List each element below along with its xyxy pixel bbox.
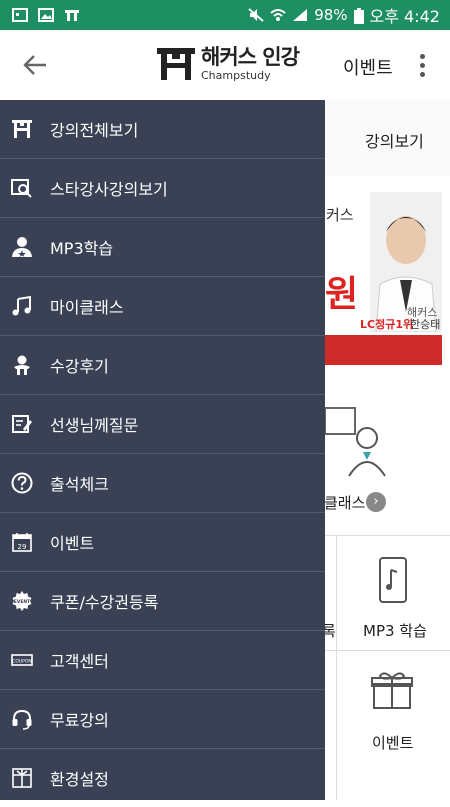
drawer-item-label: 고객센터 — [50, 652, 109, 671]
drawer-item-label: MP3학습 — [50, 239, 114, 258]
event-link[interactable]: 이벤트 — [343, 54, 393, 80]
coupon-icon: COUPON — [11, 649, 33, 671]
svg-text:EVENT: EVENT — [14, 599, 31, 605]
drawer-item-lecture-all[interactable]: 강의전체보기 — [0, 100, 325, 159]
question-edit-icon — [11, 413, 33, 435]
myclass-link[interactable]: 클래스 — [324, 492, 365, 513]
drawer-item-label: 수강후기 — [50, 357, 109, 376]
drawer-item-question[interactable]: 선생님께질문 — [0, 395, 325, 454]
battery-percent: 98% — [314, 6, 348, 24]
drawer-item-free-lecture[interactable]: 무료강의 — [0, 690, 325, 749]
logo-subtitle: Champstudy — [201, 69, 271, 82]
star-teacher-icon — [11, 177, 33, 199]
mp3-study-icon — [11, 236, 33, 258]
signal-icon — [292, 8, 308, 22]
phone-mp3-icon — [379, 557, 407, 603]
drawer-item-label: 이벤트 — [50, 534, 95, 553]
drawer-item-review[interactable]: 수강후기 — [0, 336, 325, 395]
grid-mp3-label[interactable]: MP3 학습 — [363, 620, 427, 641]
event-badge-icon: EVENT — [11, 590, 33, 612]
drawer-item-label: 선생님께질문 — [50, 416, 139, 435]
drawer-item-myclass[interactable]: 마이클래스 — [0, 277, 325, 336]
svg-text:COUPON: COUPON — [12, 659, 32, 665]
drawer-item-label: 강의전체보기 — [50, 121, 139, 140]
chevron-right-icon[interactable]: › — [366, 492, 386, 512]
banner-red-bar — [325, 335, 442, 365]
back-button[interactable] — [0, 30, 70, 100]
clock: 오후 4:42 — [369, 7, 440, 26]
more-dot-icon — [419, 62, 425, 68]
hackers-logo-icon — [157, 48, 195, 80]
mute-icon — [248, 8, 264, 22]
calendar-icon: 29 — [11, 531, 33, 553]
teacher-board-icon — [325, 407, 386, 477]
music-note-icon — [11, 295, 33, 317]
lecture-all-icon — [11, 118, 33, 140]
drawer-item-label: 쿠폰/수강권등록 — [50, 593, 159, 612]
logo-title: 해커스 인강 — [201, 45, 300, 69]
drawer-item-label: 환경설정 — [50, 770, 109, 789]
drawer-item-star-teacher[interactable]: 스타강사강의보기 — [0, 159, 325, 218]
help-circle-icon — [11, 472, 33, 494]
battery-icon — [353, 8, 364, 24]
image-notification-icon — [38, 8, 54, 22]
banner-rank: LC정규1위 — [360, 318, 414, 331]
more-dot-icon — [419, 53, 425, 59]
app-bar: 해커스 인강 Champstudy 이벤트 — [0, 30, 450, 101]
background-tab-label[interactable]: 강의보기 — [365, 128, 424, 152]
status-bar: 98% 오후 4:42 — [0, 0, 450, 30]
wifi-icon — [270, 8, 286, 22]
drawer-item-coupon[interactable]: EVENT 쿠폰/수강권등록 — [0, 572, 325, 631]
drawer-item-settings[interactable]: 환경설정 — [0, 749, 325, 807]
settings-box-icon — [11, 767, 33, 789]
drawer-item-mp3[interactable]: MP3학습 — [0, 218, 325, 277]
more-options-button[interactable] — [412, 50, 432, 80]
drawer-item-label: 마이클래스 — [50, 298, 124, 317]
more-dot-icon — [419, 71, 425, 77]
drawer-item-event[interactable]: 29 이벤트 — [0, 513, 325, 572]
grid-event-label[interactable]: 이벤트 — [372, 732, 413, 753]
banner-teacher: 한승태 — [410, 318, 441, 331]
drawer-item-attendance[interactable]: 출석체크 — [0, 454, 325, 513]
gift-icon — [371, 672, 413, 709]
myclass-card[interactable] — [325, 390, 450, 536]
calendar-notification-icon — [12, 8, 28, 22]
drawer-item-customer-center[interactable]: COUPON 고객센터 — [0, 631, 325, 690]
drawer-item-label: 무료강의 — [50, 711, 109, 730]
drawer-item-label: 스타강사강의보기 — [50, 180, 168, 199]
navigation-drawer: 강의전체보기 스타강사강의보기 MP3학습 마이클래스 수강후기 선생님께질문 — [0, 100, 325, 800]
banner-headline: 원 — [325, 274, 359, 315]
review-icon — [11, 354, 33, 376]
banner-text: 커스 — [326, 206, 354, 224]
app-notification-icon — [64, 8, 80, 22]
svg-text:29: 29 — [18, 543, 27, 551]
drawer-item-label: 출석체크 — [50, 475, 109, 494]
headset-icon — [11, 708, 33, 730]
app-logo[interactable]: 해커스 인강 Champstudy — [155, 44, 300, 84]
arrow-back-icon — [23, 55, 46, 75]
